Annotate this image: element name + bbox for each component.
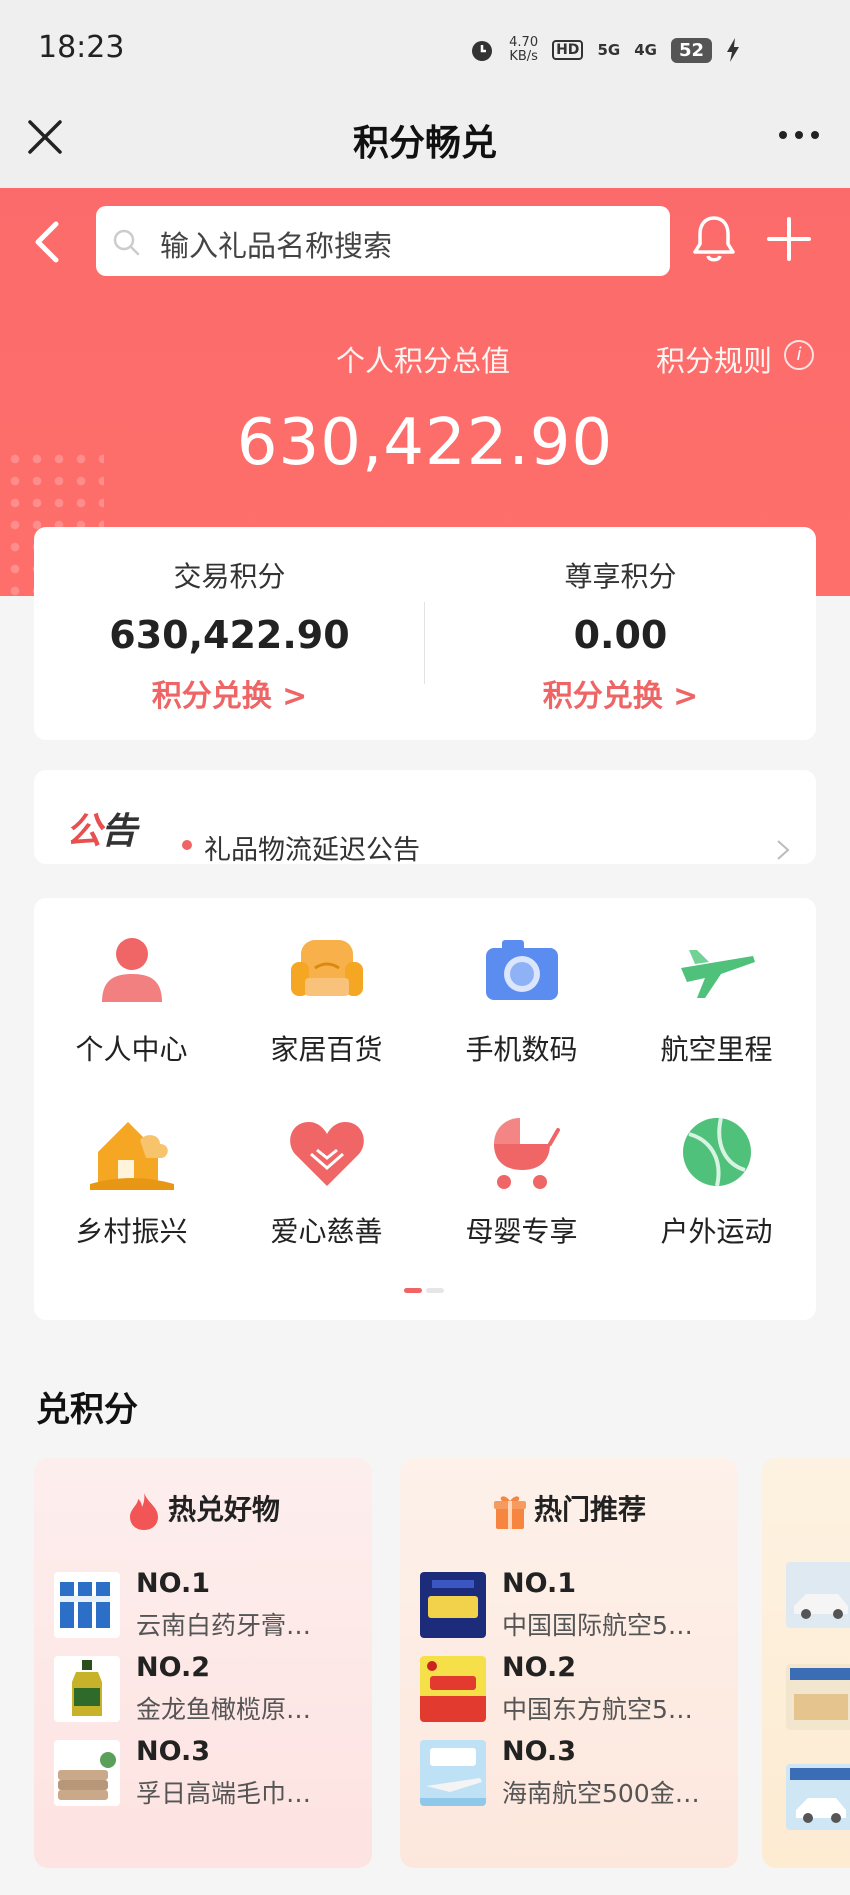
category-digital[interactable]: 手机数码 <box>424 898 619 1078</box>
category-charity[interactable]: 爱心慈善 <box>229 1080 424 1260</box>
signal-5g-icon: 5G <box>597 41 621 59</box>
points-rules-link[interactable]: 积分规则 <box>656 338 772 380</box>
camera-icon <box>486 940 558 1000</box>
category-personal-center[interactable]: 个人中心 <box>34 898 229 1078</box>
category-rural-revitalization[interactable]: 乡村振兴 <box>34 1080 229 1260</box>
signal-4g-icon: 4G <box>634 41 657 59</box>
search-bar[interactable]: 输入礼品名称搜索 <box>96 206 670 276</box>
flame-icon <box>129 1493 158 1530</box>
airplane-icon <box>681 950 755 998</box>
product-thumbnail <box>420 1572 486 1638</box>
notice-text[interactable]: 礼品物流延迟公告 <box>204 828 420 864</box>
notice-dot <box>182 840 192 850</box>
category-mother-baby[interactable]: 母婴专享 <box>424 1080 619 1260</box>
alarm-icon <box>472 41 493 61</box>
search-icon <box>113 229 140 256</box>
battery-icon: 52 <box>670 37 712 63</box>
hot-goods-card[interactable]: 热兑好物 NO.1 云南白药牙膏… NO.2 金龙鱼橄榄原… NO.3 孚日高端… <box>34 1458 372 1868</box>
category-grid: 个人中心 家居百货 手机数码 航空里程 乡村振兴 爱心慈善 母婴专享 户外运动 <box>34 898 816 1320</box>
product-thumbnail <box>54 1740 120 1806</box>
notice-logo: 公告 <box>66 811 137 852</box>
more-icon[interactable] <box>776 120 822 150</box>
category-airline-miles[interactable]: 航空里程 <box>619 898 814 1078</box>
heart-icon <box>290 1122 364 1186</box>
points-breakdown-card: 交易积分 630,422.90 积分兑换 > 尊享积分 0.00 积分兑换 > <box>34 527 816 740</box>
product-thumbnail <box>54 1572 120 1638</box>
list-item[interactable]: NO.3 海南航空500金… <box>420 1736 730 1816</box>
pager-dot-active <box>404 1288 422 1293</box>
plus-icon[interactable] <box>766 216 812 262</box>
bell-icon[interactable] <box>690 212 738 264</box>
hd-icon: HD <box>552 40 584 60</box>
list-item[interactable]: NO.1 云南白药牙膏… <box>54 1568 364 1648</box>
vip-points-value: 0.00 <box>573 613 668 657</box>
product-thumbnail <box>420 1740 486 1806</box>
search-input[interactable]: 输入礼品名称搜索 <box>160 223 392 265</box>
list-item[interactable]: NO.2 金龙鱼橄榄原… <box>54 1652 364 1732</box>
sofa-icon <box>291 940 363 996</box>
pager-dot <box>426 1288 444 1293</box>
status-bar: 18:23 4.70 KB/s HD 5G 4G 52 <box>0 0 850 100</box>
category-home-goods[interactable]: 家居百货 <box>229 898 424 1078</box>
partial-card[interactable] <box>762 1458 850 1868</box>
trade-points: 交易积分 630,422.90 积分兑换 > <box>34 527 425 740</box>
list-item[interactable]: NO.2 中国东方航空5… <box>420 1652 730 1732</box>
status-time: 18:23 <box>38 30 125 65</box>
product-thumbnail <box>786 1562 850 1628</box>
exchange-section-title: 兑积分 <box>36 1390 138 1430</box>
info-icon[interactable]: i <box>784 340 814 370</box>
page-title: 积分畅兑 <box>352 123 497 164</box>
chevron-right-icon[interactable] <box>774 838 792 862</box>
ball-icon <box>683 1117 751 1187</box>
net-speed: 4.70 KB/s <box>509 35 539 64</box>
gift-icon <box>493 1496 526 1529</box>
charging-icon <box>727 38 739 62</box>
category-pager <box>404 1288 444 1293</box>
stroller-icon <box>494 1118 560 1189</box>
trade-points-label: 交易积分 <box>173 560 286 593</box>
hot-recommend-header: 热门推荐 <box>400 1488 738 1531</box>
status-icons: 4.70 KB/s HD 5G 4G 52 <box>469 36 740 64</box>
product-thumbnail <box>786 1764 850 1830</box>
vip-exchange-button[interactable]: 积分兑换 > <box>543 671 699 715</box>
list-item[interactable]: NO.1 中国国际航空5… <box>420 1568 730 1648</box>
vip-points-label: 尊享积分 <box>564 560 677 593</box>
trade-exchange-button[interactable]: 积分兑换 > <box>152 671 308 715</box>
list-item[interactable]: NO.3 孚日高端毛巾… <box>54 1736 364 1816</box>
house-icon <box>90 1122 174 1190</box>
trade-points-value: 630,422.90 <box>109 613 350 657</box>
notice-bar[interactable]: 公告 礼品物流延迟公告 <box>34 770 816 864</box>
total-points-label: 个人积分总值 <box>336 344 511 378</box>
person-icon <box>102 938 162 1002</box>
back-icon[interactable] <box>28 218 68 266</box>
hot-goods-header: 热兑好物 <box>34 1488 372 1531</box>
product-thumbnail <box>786 1664 850 1730</box>
hot-recommend-card[interactable]: 热门推荐 NO.1 中国国际航空5… NO.2 中国东方航空5… NO.3 海南… <box>400 1458 738 1868</box>
category-outdoor-sports[interactable]: 户外运动 <box>619 1080 814 1260</box>
title-bar: 积分畅兑 <box>0 100 850 188</box>
product-thumbnail <box>54 1656 120 1722</box>
total-points-value: 630,422.90 <box>236 406 614 480</box>
product-thumbnail <box>420 1656 486 1722</box>
vip-points: 尊享积分 0.00 积分兑换 > <box>425 527 816 740</box>
